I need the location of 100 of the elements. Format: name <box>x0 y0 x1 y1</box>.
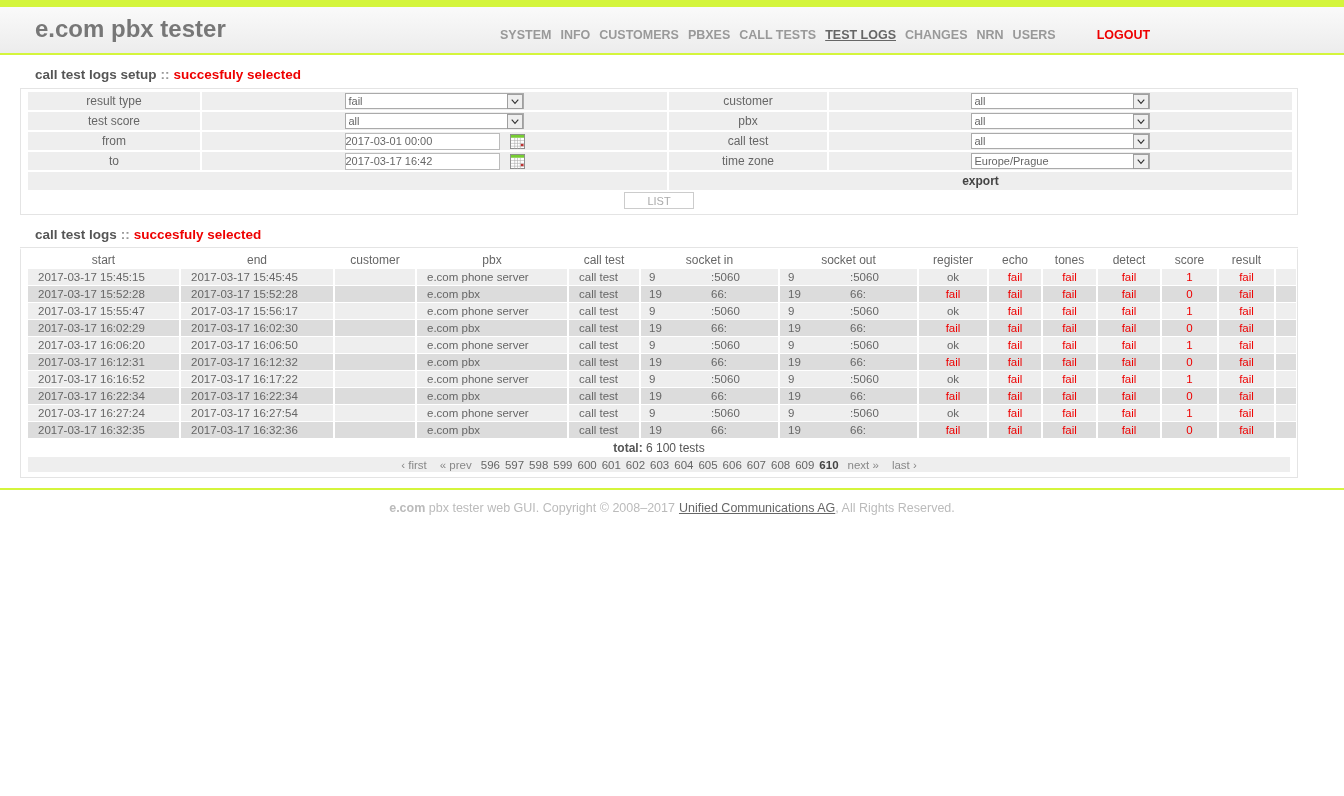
table-cell: 0 <box>1162 320 1217 336</box>
table-cell: 2017-03-17 16:22:34 <box>181 388 333 404</box>
prev-link[interactable]: « prev <box>439 458 472 471</box>
table-cell: fail <box>1098 320 1160 336</box>
socket-port: :5060 <box>711 407 740 419</box>
page-link[interactable]: 609 <box>795 458 815 471</box>
table-cell: 2017-03-17 15:45:15 <box>28 269 179 285</box>
column-header: end <box>247 252 267 267</box>
table-cell: fail <box>919 422 987 438</box>
table-cell: fail <box>1043 371 1096 387</box>
calendar-icon[interactable] <box>509 153 525 169</box>
table-cell <box>1276 286 1296 302</box>
table-cell: 2017-03-17 16:06:20 <box>28 337 179 353</box>
column-header: call test <box>583 252 625 267</box>
socket-host: 9 <box>649 271 657 283</box>
form-label: test score <box>28 112 200 130</box>
table-cell: 2017-03-17 16:16:52 <box>28 371 179 387</box>
page-link[interactable]: 604 <box>674 458 694 471</box>
table-cell: fail <box>1219 422 1274 438</box>
socket-port: 66: <box>850 288 866 300</box>
table-cell: ok <box>919 303 987 319</box>
table-cell <box>1276 405 1296 421</box>
select-field[interactable]: all <box>344 113 524 129</box>
socket-host: 9 <box>788 305 796 317</box>
table-cell: 2017-03-17 15:52:28 <box>181 286 333 302</box>
table-cell: call test <box>569 371 639 387</box>
page-link[interactable]: 606 <box>722 458 742 471</box>
page-link[interactable]: 596 <box>480 458 500 471</box>
table-cell: ok <box>919 269 987 285</box>
page-link[interactable]: 597 <box>504 458 525 471</box>
table-cell: fail <box>1043 286 1096 302</box>
nav-link[interactable]: LOGOUT <box>1096 28 1151 42</box>
page-link[interactable]: 602 <box>625 458 646 471</box>
socket-host: 19 <box>788 390 802 402</box>
page-link[interactable]: 599 <box>553 458 573 471</box>
table-cell: call test <box>569 405 639 421</box>
next-link[interactable]: next » <box>847 458 879 471</box>
table-cell: fail <box>1098 354 1160 370</box>
export-link[interactable]: export <box>962 174 999 188</box>
socket-host: 19 <box>788 424 802 436</box>
table-cell: 2017-03-17 16:12:32 <box>181 354 333 370</box>
last-link[interactable]: last › <box>891 458 917 471</box>
select-field[interactable]: all <box>970 113 1150 129</box>
select-field[interactable]: fail <box>344 93 524 109</box>
section-title: call test logs setup <box>35 67 157 82</box>
table-cell: e.com phone server <box>417 405 567 421</box>
column-header: score <box>1174 252 1205 267</box>
page-link[interactable]: 608 <box>771 458 791 471</box>
form-label: result type <box>28 92 200 110</box>
first-link[interactable]: ‹ first <box>401 458 427 471</box>
date-field[interactable]: 2017-03-01 00:00 <box>344 132 500 150</box>
table-cell: fail <box>1219 388 1274 404</box>
table-cell <box>1276 388 1296 404</box>
table-cell: fail <box>989 286 1041 302</box>
table-cell: 2017-03-17 16:06:50 <box>181 337 333 353</box>
table-cell <box>1276 371 1296 387</box>
table-cell: 2017-03-17 16:02:30 <box>181 320 333 336</box>
column-header: pbx <box>482 252 502 267</box>
table-cell: e.com pbx <box>417 354 567 370</box>
table-cell: fail <box>1098 286 1160 302</box>
table-cell: fail <box>1098 388 1160 404</box>
page-link[interactable]: 603 <box>650 458 670 471</box>
select-field[interactable]: all <box>970 93 1150 109</box>
separator-text: :: <box>120 227 130 242</box>
table-cell: call test <box>569 388 639 404</box>
page-link[interactable]: 605 <box>698 458 718 471</box>
socket-host: 19 <box>788 322 802 334</box>
date-field[interactable]: 2017-03-17 16:42 <box>344 152 500 170</box>
socket-port: :5060 <box>850 339 879 351</box>
select-field[interactable]: Europe/Prague <box>970 153 1150 169</box>
separator-text: :: <box>160 67 170 82</box>
table-cell: e.com pbx <box>417 388 567 404</box>
page-link[interactable]: 607 <box>746 458 766 471</box>
page-link[interactable]: 598 <box>529 458 549 471</box>
calendar-icon[interactable] <box>509 133 525 149</box>
table-cell: fail <box>1043 354 1096 370</box>
nav-link[interactable]: TEST LOGS <box>825 28 896 42</box>
table-cell: call test <box>569 303 639 319</box>
table-cell: fail <box>1219 320 1274 336</box>
table-cell: e.com phone server <box>417 303 567 319</box>
table-cell: e.com pbx <box>417 422 567 438</box>
table-cell: ok <box>919 405 987 421</box>
page-link[interactable]: 600 <box>577 458 597 471</box>
form-label: pbx <box>669 112 827 130</box>
socket-host: 19 <box>788 356 802 368</box>
socket-port: :5060 <box>850 373 879 385</box>
page-link[interactable]: 601 <box>601 458 621 471</box>
socket-port: :5060 <box>711 373 740 385</box>
table-cell: fail <box>1043 337 1096 353</box>
table-cell: fail <box>1098 303 1160 319</box>
table-cell: fail <box>919 388 987 404</box>
table-cell: 0 <box>1162 354 1217 370</box>
table-cell: 2017-03-17 15:52:28 <box>28 286 179 302</box>
select-field[interactable]: all <box>970 133 1150 149</box>
table-cell: fail <box>1098 422 1160 438</box>
table-cell: fail <box>1219 269 1274 285</box>
socket-host: 9 <box>649 305 657 317</box>
table-cell: 1 <box>1162 269 1217 285</box>
table-cell: e.com pbx <box>417 286 567 302</box>
page-link[interactable]: 610 <box>819 458 839 471</box>
